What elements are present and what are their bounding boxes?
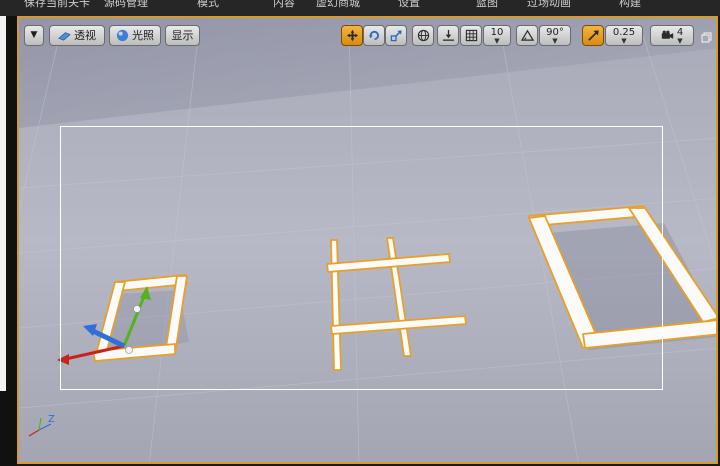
grid-snap-value: 10 <box>490 26 504 38</box>
level-viewport[interactable]: Z ▼ 透视 光照 显示 10 ▼ 90° ▼ 0.25 ▼ 4 ▼ <box>17 16 718 464</box>
camera-speed-icon <box>661 30 673 39</box>
chevron-down-icon: ▼ <box>677 36 683 45</box>
scale-icon <box>390 30 402 42</box>
perspective-label: 透视 <box>74 29 96 42</box>
rotation-snap-toggle[interactable] <box>516 25 538 46</box>
rotate-mode-button[interactable] <box>363 25 385 46</box>
translate-mode-button[interactable] <box>341 25 363 46</box>
chevron-down-icon: ▼ <box>552 36 558 45</box>
perspective-icon <box>58 32 71 41</box>
maximize-icon <box>701 32 712 43</box>
left-panel-content <box>0 16 6 391</box>
surface-snap-button[interactable] <box>437 25 459 46</box>
view-mode-lit-button[interactable]: 光照 <box>109 25 161 46</box>
marketplace-button[interactable]: 虚幻商城 <box>316 0 360 11</box>
translate-icon <box>346 29 358 42</box>
camera-speed-button[interactable]: 4 ▼ <box>650 25 694 46</box>
surface-snap-icon <box>442 29 454 41</box>
rotation-snap-icon <box>520 29 534 41</box>
content-button[interactable]: 内容 <box>273 0 295 11</box>
lit-sphere-icon <box>116 29 129 42</box>
camera-speed-value: 4 <box>676 26 684 38</box>
lit-label: 光照 <box>132 29 154 42</box>
rotate-icon <box>368 30 379 41</box>
world-axis-z-label: Z <box>48 414 55 425</box>
build-button[interactable]: 构建 <box>619 0 641 11</box>
grid-snap-icon <box>465 29 477 42</box>
rotation-snap-value: 90° <box>546 26 564 38</box>
show-button[interactable]: 显示 <box>165 25 200 46</box>
scale-snap-value: 0.25 <box>612 26 636 38</box>
modes-button[interactable]: 模式 <box>197 0 219 11</box>
scale-snap-toggle[interactable] <box>582 25 604 46</box>
dropdown-arrow-icon: ▼ <box>30 30 38 40</box>
cinematics-button[interactable]: 过场动画 <box>527 0 571 11</box>
perspective-button[interactable]: 透视 <box>49 25 105 46</box>
world-local-toggle[interactable] <box>412 25 434 46</box>
scale-snap-icon <box>587 30 599 41</box>
rotation-snap-value-button[interactable]: 90° ▼ <box>539 25 571 46</box>
world-local-icon <box>417 29 429 42</box>
left-panel-edge <box>0 16 17 466</box>
main-toolbar: 保存当前关卡 源码管理 模式 内容 虚幻商城 设置 蓝图 过场动画 构建 <box>0 0 720 16</box>
grid-snap-value-button[interactable]: 10 ▼ <box>483 25 511 46</box>
scale-snap-value-button[interactable]: 0.25 ▼ <box>605 25 643 46</box>
chevron-down-icon: ▼ <box>494 36 500 45</box>
scale-mode-button[interactable] <box>385 25 407 46</box>
show-label: 显示 <box>171 29 194 42</box>
chevron-down-icon: ▼ <box>621 36 627 45</box>
maximize-viewport-button[interactable] <box>701 29 713 43</box>
grid-snap-toggle[interactable] <box>460 25 482 46</box>
source-control-button[interactable]: 源码管理 <box>104 0 148 11</box>
blueprints-button[interactable]: 蓝图 <box>476 0 498 11</box>
save-current-level-button[interactable]: 保存当前关卡 <box>24 0 90 11</box>
settings-button[interactable]: 设置 <box>398 0 420 11</box>
selection-marquee <box>60 126 663 390</box>
viewport-options-button[interactable]: ▼ <box>24 25 44 46</box>
